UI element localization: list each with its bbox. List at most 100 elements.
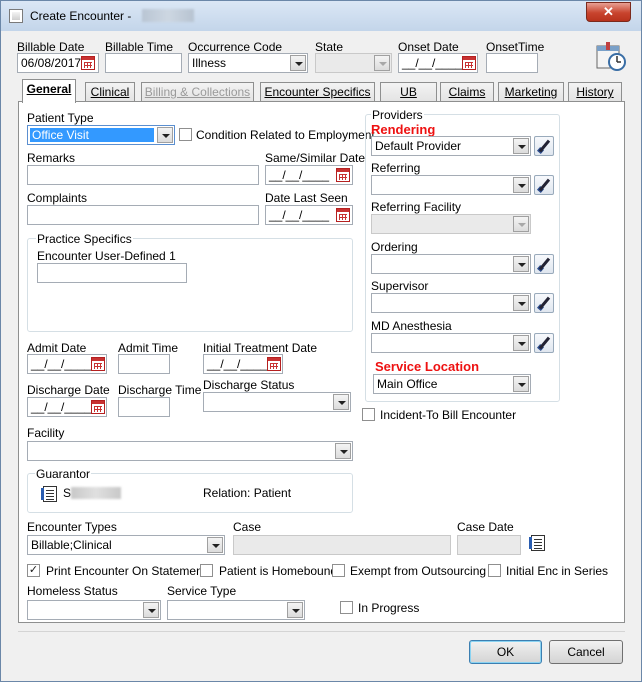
chevron-down-icon xyxy=(374,55,390,71)
md-anesthesia-select[interactable] xyxy=(371,333,531,353)
billable-time-field[interactable] xyxy=(105,53,182,73)
admit-date-value: __/__/____ xyxy=(31,357,92,371)
state-select xyxy=(315,53,392,73)
homeless-status-select[interactable] xyxy=(27,600,161,620)
tab-clinical[interactable]: Clinical xyxy=(85,82,135,102)
billable-time-label: Billable Time xyxy=(105,40,174,54)
guarantor-relation: Relation: Patient xyxy=(203,486,292,500)
billable-date-calendar-icon[interactable] xyxy=(81,56,95,70)
ordering-select[interactable] xyxy=(371,254,531,274)
admit-time-field[interactable] xyxy=(118,354,170,374)
cancel-button[interactable]: Cancel xyxy=(549,640,623,664)
patient-name-redacted xyxy=(142,9,194,22)
chevron-down-icon[interactable] xyxy=(157,127,173,143)
initial-treatment-calendar-icon[interactable] xyxy=(267,357,281,371)
same-similar-date-label: Same/Similar Date xyxy=(265,151,366,165)
chevron-down-icon[interactable] xyxy=(513,295,529,311)
tab-general[interactable]: General xyxy=(22,79,76,103)
referring-facility-label: Referring Facility xyxy=(371,200,462,214)
md-anesthesia-lookup-icon[interactable] xyxy=(534,333,554,353)
chevron-down-icon[interactable] xyxy=(513,376,529,392)
chevron-down-icon[interactable] xyxy=(333,394,349,410)
service-type-select[interactable] xyxy=(167,600,305,620)
complaints-field[interactable] xyxy=(27,205,259,225)
complaints-label: Complaints xyxy=(27,191,88,205)
window-title: Create Encounter - xyxy=(30,9,132,23)
incident-to-checkbox[interactable] xyxy=(362,408,375,421)
supervisor-label: Supervisor xyxy=(371,279,429,293)
referring-provider-lookup-icon[interactable] xyxy=(534,175,554,195)
discharge-time-field[interactable] xyxy=(118,397,170,417)
encounter-calendar-clock-icon[interactable] xyxy=(595,40,627,72)
patient-type-select[interactable]: Office Visit xyxy=(27,125,175,145)
initial-treatment-date-label: Initial Treatment Date xyxy=(203,341,318,355)
discharge-date-value: __/__/____ xyxy=(31,400,92,414)
tab-claims[interactable]: Claims xyxy=(440,82,494,102)
remarks-label: Remarks xyxy=(27,151,76,165)
rendering-select[interactable]: Default Provider xyxy=(371,136,531,156)
same-similar-date-value: __/__/____ xyxy=(269,168,330,182)
exempt-outsourcing-checkbox[interactable] xyxy=(332,564,345,577)
encounter-types-label: Encounter Types xyxy=(27,520,117,534)
chevron-down-icon[interactable] xyxy=(513,335,529,351)
chevron-down-icon[interactable] xyxy=(207,537,223,553)
facility-label: Facility xyxy=(27,426,65,440)
supervisor-select[interactable] xyxy=(371,293,531,313)
case-date-field xyxy=(457,535,521,555)
homebound-label: Patient is Homebound xyxy=(219,564,338,578)
service-location-value: Main Office xyxy=(377,377,438,391)
guarantor-name-redacted xyxy=(71,487,121,499)
admit-date-label: Admit Date xyxy=(27,341,87,355)
discharge-status-select[interactable] xyxy=(203,392,351,412)
admit-date-calendar-icon[interactable] xyxy=(91,357,105,371)
rendering-provider-lookup-icon[interactable] xyxy=(534,136,554,156)
onset-date-calendar-icon[interactable] xyxy=(462,56,476,70)
homebound-checkbox[interactable] xyxy=(200,564,213,577)
facility-select[interactable] xyxy=(27,441,353,461)
tab-encounter-specifics[interactable]: Encounter Specifics xyxy=(260,82,375,102)
encounter-user-defined-label: Encounter User-Defined 1 xyxy=(37,249,176,263)
date-last-seen-calendar-icon[interactable] xyxy=(336,208,350,222)
condition-employment-checkbox[interactable] xyxy=(179,128,192,141)
chevron-down-icon[interactable] xyxy=(513,138,529,154)
tab-ub[interactable]: UB xyxy=(380,82,437,102)
print-statements-checkbox[interactable]: ✓ xyxy=(27,564,40,577)
ordering-label: Ordering xyxy=(371,240,418,254)
close-window-button[interactable]: ✕ xyxy=(586,2,631,22)
encounter-types-select[interactable]: Billable;Clinical xyxy=(27,535,225,555)
occurrence-code-label: Occurrence Code xyxy=(188,40,283,54)
title-bar: Create Encounter - ✕ xyxy=(1,1,641,31)
ok-button[interactable]: OK xyxy=(469,640,542,664)
remarks-field[interactable] xyxy=(27,165,259,185)
chevron-down-icon[interactable] xyxy=(290,55,306,71)
occurrence-code-select[interactable]: Illness xyxy=(188,53,308,73)
service-type-label: Service Type xyxy=(167,584,237,598)
ordering-provider-lookup-icon[interactable] xyxy=(534,254,554,274)
in-progress-checkbox[interactable] xyxy=(340,601,353,614)
initial-enc-series-checkbox[interactable] xyxy=(488,564,501,577)
chevron-down-icon[interactable] xyxy=(513,177,529,193)
onset-time-field[interactable] xyxy=(486,53,538,73)
guarantor-document-icon[interactable] xyxy=(41,486,57,502)
discharge-date-calendar-icon[interactable] xyxy=(91,400,105,414)
same-similar-date-calendar-icon[interactable] xyxy=(336,168,350,182)
chevron-down-icon[interactable] xyxy=(287,602,303,618)
chevron-down-icon[interactable] xyxy=(335,443,351,459)
supervisor-lookup-icon[interactable] xyxy=(534,293,554,313)
referring-select[interactable] xyxy=(371,175,531,195)
service-location-label: Service Location xyxy=(375,359,480,374)
guarantor-name: S xyxy=(63,486,72,500)
service-location-select[interactable]: Main Office xyxy=(373,374,531,394)
discharge-date-label: Discharge Date xyxy=(27,383,110,397)
tab-billing-collections: Billing & Collections xyxy=(141,82,254,102)
encounter-types-value: Billable;Clinical xyxy=(31,538,112,552)
tab-history[interactable]: History xyxy=(568,82,622,102)
referring-label: Referring xyxy=(371,161,421,175)
discharge-status-label: Discharge Status xyxy=(203,378,295,392)
tab-marketing[interactable]: Marketing xyxy=(498,82,564,102)
state-label: State xyxy=(315,40,344,54)
chevron-down-icon[interactable] xyxy=(143,602,159,618)
case-document-icon[interactable] xyxy=(529,535,545,551)
chevron-down-icon[interactable] xyxy=(513,256,529,272)
encounter-user-defined-field[interactable] xyxy=(37,263,187,283)
